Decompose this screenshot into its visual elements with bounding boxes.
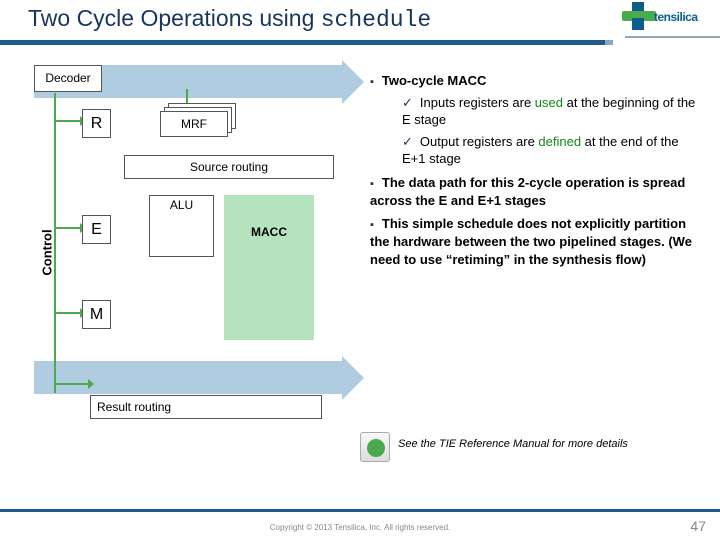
macc-box: MACC [224,195,314,340]
header: Two Cycle Operations using schedule tens… [0,0,720,50]
source-routing-box: Source routing [124,155,334,179]
mrf-stack: MRF [160,103,238,139]
pipeline-diagram: Decoder Control R MRF Source routing E M… [34,65,344,435]
alu-box: ALU [149,195,214,257]
stage-m: M [82,300,111,329]
title-code: schedule [321,7,431,33]
bullet-1b: Output registers are defined at the end … [402,133,702,168]
page-title: Two Cycle Operations using schedule [28,5,431,33]
control-label: Control [40,229,55,275]
arrow-band-bottom-icon [34,361,344,394]
copyright-text: Copyright © 2013 Tensilica, Inc. All rig… [0,523,720,532]
reference-text: See the TIE Reference Manual for more de… [398,438,628,450]
mrf-box: MRF [160,111,228,137]
bullet-1a: Inputs registers are used at the beginni… [402,94,702,129]
bullet-2: The data path for this 2-cycle operation… [370,174,702,209]
stage-e: E [82,215,111,244]
page-number: 47 [690,518,706,534]
logo: tensilica [624,2,706,36]
logo-text: tensilica [654,10,698,24]
footer-rule [0,509,720,512]
slide: { "title_a": "Two Cycle Operations using… [0,0,720,540]
bullet-1: Two-cycle MACC Inputs registers are used… [370,72,702,168]
logo-underline [625,36,720,38]
stage-r: R [82,109,111,138]
mrf-arrow-icon [186,89,188,103]
logo-mark-icon [624,2,654,32]
bullet-3: This simple schedule does not explicitly… [370,215,702,268]
decoder-box: Decoder [34,65,102,92]
title-text: Two Cycle Operations using [28,5,321,31]
title-underline [0,40,605,45]
book-icon [360,432,390,462]
result-routing-box: Result routing [90,395,322,419]
bullet-list: Two-cycle MACC Inputs registers are used… [370,72,702,274]
